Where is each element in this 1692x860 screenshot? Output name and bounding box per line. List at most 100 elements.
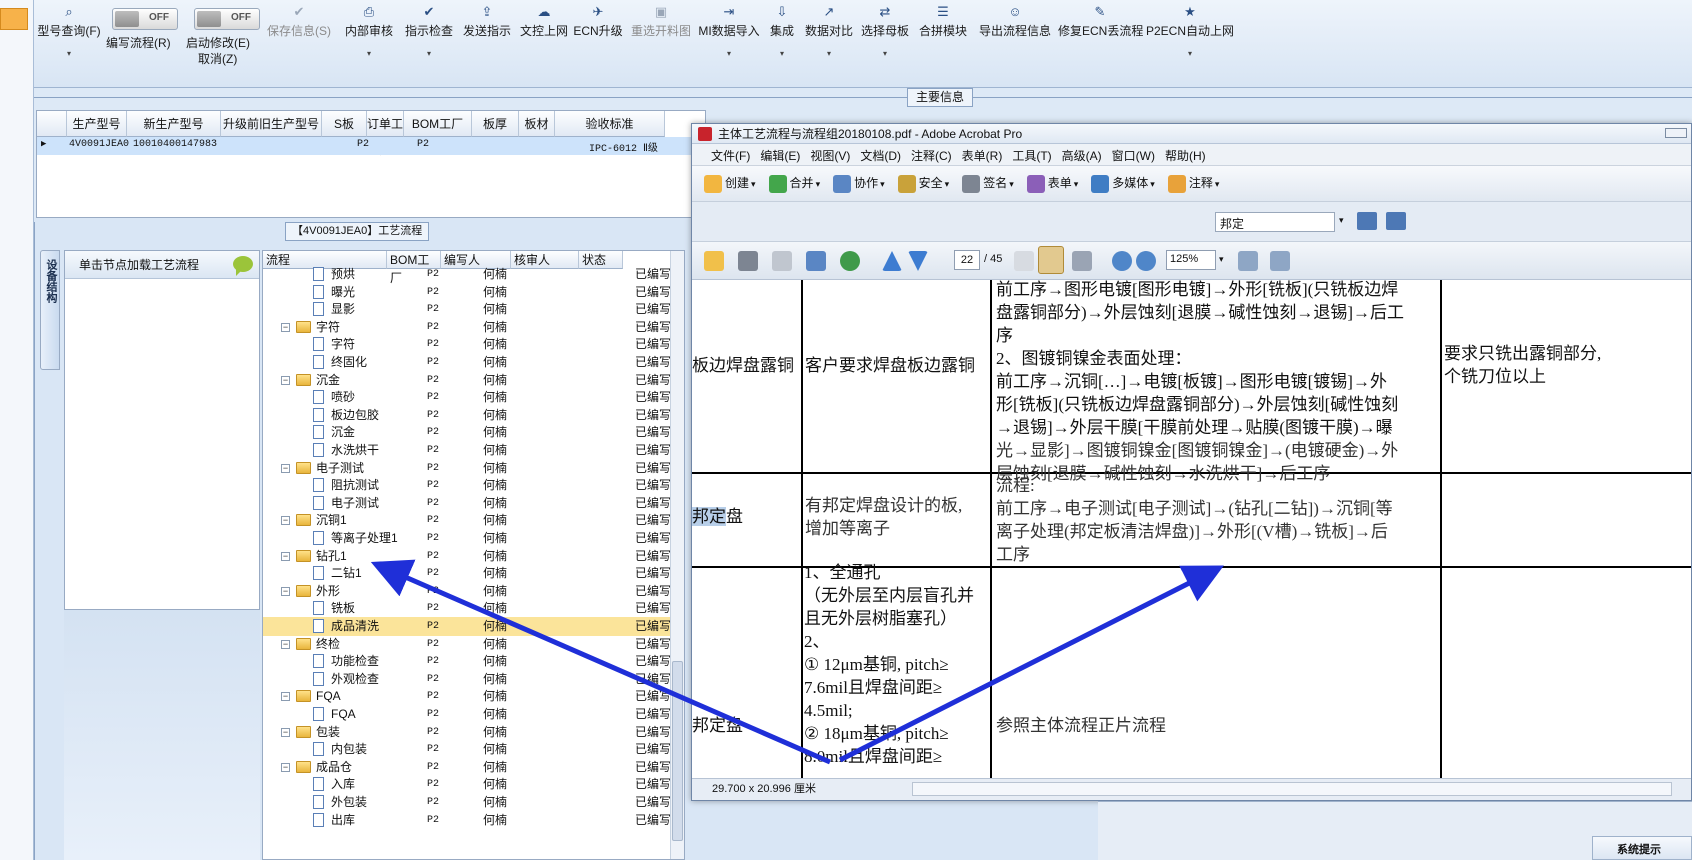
hand-tool-icon[interactable] [1038,246,1064,274]
tree-scrollbar-thumb[interactable] [672,661,683,841]
toggle-start-edit[interactable]: OFF [194,8,260,30]
collapse-icon[interactable]: − [281,692,290,702]
ribbon-button-16[interactable]: ☺ 导出流程信息 [976,4,1054,39]
ribbon-button-17[interactable]: ✎ 修复ECN丢流程 [1058,4,1143,39]
acrobat-title-bar[interactable]: 主体工艺流程与流程组20180108.pdf - Adobe Acrobat P… [692,124,1691,144]
grid-header-2[interactable]: 升级前旧生产型号 [221,111,322,137]
tool-1[interactable]: 合并 ▾ [768,174,820,193]
full-screen-icon[interactable] [1270,251,1290,271]
ribbon-button-6[interactable]: ✔ 指示检查 ▾ [400,4,458,58]
tool-5[interactable]: 表单 ▾ [1026,174,1078,193]
collapse-icon[interactable]: − [281,516,290,526]
ribbon-cancel-button[interactable]: 取消(Z) [198,50,237,67]
tree-row-二钻1[interactable]: 二钻1 P2 何楠 已编写 [263,564,671,583]
print-icon[interactable] [738,251,758,271]
grid-header-4[interactable]: 订单工厂 [367,111,404,157]
tree-row-FQA[interactable]: FQA P2 何楠 已编写 [263,705,671,724]
collapse-icon[interactable]: − [281,586,290,596]
grid-header-3[interactable]: S板 [322,111,367,137]
menu-8[interactable]: 窗口(W) [1107,144,1160,167]
ribbon-button-5[interactable]: ⎙ 内部审核 ▾ [340,4,398,58]
tree-row-显影[interactable]: 显影 P2 何楠 已编写 [263,300,671,319]
tool-3[interactable]: 安全 ▾ [897,174,949,193]
ribbon-button-15[interactable]: ☰ 合拼模块 [914,4,972,39]
tree-row-终检[interactable]: − 终检 P2 何楠 已编写 [263,635,671,654]
tree-row-阻抗测试[interactable]: 阻抗测试 P2 何楠 已编写 [263,476,671,495]
tool-7[interactable]: 注释 ▾ [1167,174,1219,193]
collapse-icon[interactable]: − [281,639,290,649]
tool-4[interactable]: 签名 ▾ [962,174,1014,193]
fit-page-icon[interactable] [1238,251,1258,271]
node-load-pane[interactable]: 单击节点加载工艺流程 [64,250,260,610]
ribbon-button-14[interactable]: ⇄ 选择母板 ▾ [858,4,912,58]
collapse-icon[interactable]: − [281,551,290,561]
system-tip-tab[interactable]: 系统提示 [1592,836,1692,860]
open-icon[interactable] [704,251,724,271]
ribbon-button-11[interactable]: ⇥ MI数据导入 ▾ [696,4,762,58]
process-tree[interactable]: 流程BOM工厂编写人核审人状态▲预烘P2何楠已编写曝光P2何楠已编写显影P2何楠… [262,250,685,860]
tree-row-喷砂[interactable]: 喷砂 P2 何楠 已编写 [263,388,671,407]
menu-0[interactable]: 文件(F) [706,144,755,167]
tree-row-电子测试[interactable]: 电子测试 P2 何楠 已编写 [263,494,671,513]
find-previous-icon[interactable] [1357,212,1377,230]
ribbon-button-0[interactable]: ⌕ 型号查询(F) ▾ [34,4,104,58]
ribbon-edit-flow-label[interactable]: 编写流程(R) [106,34,171,51]
tree-row-外包装[interactable]: 外包装 P2 何楠 已编写 [263,793,671,812]
grid-header-5[interactable]: BOM工厂 [404,111,472,137]
tree-scrollbar[interactable] [670,251,684,859]
tree-row-包装[interactable]: − 包装 P2 何楠 已编写 [263,723,671,742]
menu-5[interactable]: 表单(R) [957,144,1008,167]
zoom-in-icon[interactable] [1136,251,1156,271]
tree-row-FQA[interactable]: − FQA P2 何楠 已编写 [263,687,671,706]
tree-row-曝光[interactable]: 曝光 P2 何楠 已编写 [263,283,671,302]
grid-header-6[interactable]: 板厚 [472,111,519,137]
acrobat-window[interactable]: 主体工艺流程与流程组20180108.pdf - Adobe Acrobat P… [691,123,1692,801]
tool-2[interactable]: 协作 ▾ [833,174,885,193]
tree-row-出库[interactable]: 出库 P2 何楠 已编写 [263,811,671,830]
tree-row-功能检查[interactable]: 功能检查 P2 何楠 已编写 [263,652,671,671]
zoom-dropdown-icon[interactable]: ▾ [1219,254,1224,265]
tree-row-沉金[interactable]: 沉金 P2 何楠 已编写 [263,423,671,442]
menu-7[interactable]: 高级(A) [1057,144,1107,167]
menu-2[interactable]: 视图(V) [805,144,855,167]
page-number-input[interactable]: 22 [954,250,980,270]
save-icon[interactable] [772,251,792,271]
find-dropdown-icon[interactable]: ▾ [1339,215,1344,226]
tree-row-电子测试[interactable]: − 电子测试 P2 何楠 已编写 [263,459,671,478]
menu-9[interactable]: 帮助(H) [1160,144,1211,167]
zoom-input[interactable]: 125% [1166,250,1216,270]
grid-header-0[interactable]: 生产型号 [67,111,127,137]
tree-row-入库[interactable]: 入库 P2 何楠 已编写 [263,775,671,794]
tree-row-成品清洗[interactable]: 成品清洗 P2 何楠 已编写 [263,617,671,636]
minimize-button[interactable] [1665,128,1687,138]
find-input[interactable]: 邦定 [1215,212,1335,232]
ribbon-button-7[interactable]: ⇪ 发送指示 [458,4,516,39]
menu-1[interactable]: 编辑(E) [755,144,805,167]
menu-3[interactable]: 文档(D) [855,144,906,167]
email-icon[interactable] [806,251,826,271]
tree-row-成品仓[interactable]: − 成品仓 P2 何楠 已编写 [263,758,671,777]
menu-6[interactable]: 工具(T) [1007,144,1056,167]
pdf-page-content[interactable]: 板边焊盘露铜 客户要求焊盘板边露铜 前工序→图形电镀[图形电镀]→外形[铣板](只铣… [692,280,1691,780]
tree-row-预烘[interactable]: 预烘 P2 何楠 已编写 [263,265,671,284]
tree-row-板边包胶[interactable]: 板边包胶 P2 何楠 已编写 [263,406,671,425]
equipment-structure-tab[interactable]: 设备结构 [40,250,60,370]
share-icon[interactable] [840,251,860,271]
toggle-edit-flow[interactable]: OFF [112,8,178,30]
ribbon-button-9[interactable]: ✈ ECN升级 [572,4,624,39]
select-tool-icon[interactable] [1014,251,1034,271]
tree-row-外观检查[interactable]: 外观检查 P2 何楠 已编写 [263,670,671,689]
ribbon-button-12[interactable]: ⇩ 集成 ▾ [763,4,801,58]
tree-row-沉金[interactable]: − 沉金 P2 何楠 已编写 [263,371,671,390]
collapse-icon[interactable]: − [281,463,290,473]
tree-row-终固化[interactable]: 终固化 P2 何楠 已编写 [263,353,671,372]
collapse-icon[interactable]: − [281,375,290,385]
grid-header-8[interactable]: 验收标准 [555,111,665,137]
tree-row-外形[interactable]: − 外形 P2 何楠 已编写 [263,582,671,601]
tree-row-字符[interactable]: − 字符 P2 何楠 已编写 [263,318,671,337]
ribbon-button-18[interactable]: ★ P2ECN自动上网 ▾ [1144,4,1236,58]
marquee-zoom-icon[interactable] [1072,251,1092,271]
find-next-icon[interactable] [1386,212,1406,230]
tree-row-水洗烘干[interactable]: 水洗烘干 P2 何楠 已编写 [263,441,671,460]
tree-row-内包装[interactable]: 内包装 P2 何楠 已编写 [263,740,671,759]
